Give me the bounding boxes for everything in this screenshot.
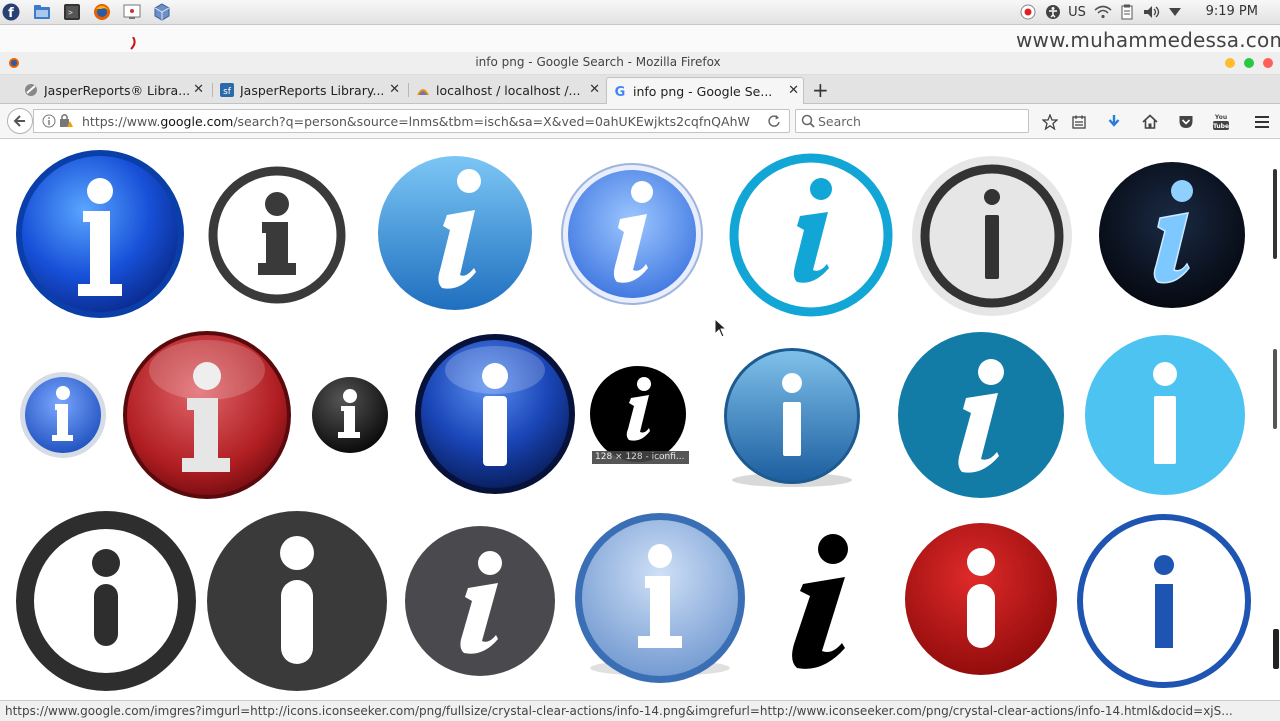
reader-list-icon[interactable] — [1070, 113, 1088, 131]
info-result-21[interactable] — [905, 523, 1057, 675]
bookmark-star-icon[interactable] — [1041, 113, 1059, 131]
youtube-icon[interactable]: You Tube — [1212, 113, 1230, 131]
fedora-menu-icon[interactable]: f — [2, 3, 20, 21]
files-icon[interactable] — [33, 3, 51, 21]
maximize-button[interactable] — [1244, 58, 1254, 68]
watermark: www.muhammedessa.com — [1016, 28, 1280, 52]
tab-bar: JasperReports® Libra... ✕ sf JasperRepor… — [0, 75, 1280, 104]
info-result-20[interactable] — [792, 534, 848, 669]
svg-text:f: f — [8, 6, 14, 21]
hamburger-menu-icon[interactable] — [1253, 113, 1271, 131]
window-titlebar[interactable]: info png - Google Search - Mozilla Firef… — [0, 52, 1280, 75]
svg-text:G: G — [615, 85, 626, 98]
tab-divider — [408, 83, 409, 97]
info-result-10[interactable] — [312, 377, 388, 453]
sf-favicon-icon: sf — [220, 83, 234, 97]
info-result-7[interactable] — [1099, 162, 1245, 308]
mouse-cursor-icon — [714, 318, 728, 338]
info-result-12[interactable] — [590, 366, 686, 462]
info-result-8[interactable] — [20, 372, 106, 458]
close-icon[interactable]: ✕ — [193, 82, 204, 97]
info-result-6[interactable] — [912, 156, 1072, 316]
reload-icon[interactable] — [767, 114, 781, 128]
svg-text:sf: sf — [223, 87, 232, 97]
info-result-3[interactable] — [378, 156, 532, 310]
close-button[interactable] — [1263, 58, 1273, 68]
info-result-4[interactable] — [561, 163, 703, 305]
close-icon[interactable]: ✕ — [389, 82, 400, 97]
insecure-lock-icon[interactable] — [58, 113, 74, 128]
volume-icon[interactable] — [1143, 3, 1161, 21]
url-text[interactable]: https://www.google.com/search?q=person&s… — [82, 114, 750, 129]
chevron-down-icon[interactable] — [1168, 3, 1182, 21]
minimize-button[interactable] — [1225, 58, 1235, 68]
accessibility-icon[interactable] — [1045, 3, 1061, 21]
new-tab-button[interactable]: + — [812, 78, 829, 102]
clock[interactable]: 9:19 PM — [1206, 4, 1258, 19]
info-result-1[interactable] — [16, 150, 184, 318]
terminal-icon[interactable]: > — [63, 3, 81, 21]
info-result-22[interactable] — [1077, 514, 1251, 688]
wifi-icon[interactable] — [1094, 3, 1112, 21]
info-result-19[interactable] — [575, 513, 745, 683]
tab-localhost[interactable]: localhost / localhost /... ✕ — [410, 77, 604, 103]
tab-divider — [212, 83, 213, 97]
tab-label: JasperReports® Libra... — [44, 82, 191, 98]
info-result-15[interactable] — [1085, 335, 1245, 495]
google-favicon-icon: G — [613, 84, 627, 98]
tab-jasperreports-1[interactable]: JasperReports® Libra... ✕ — [18, 77, 208, 103]
jasper-favicon-icon — [24, 83, 38, 97]
keyboard-layout[interactable]: US — [1066, 3, 1088, 21]
tab-google-search[interactable]: G info png - Google Se... ✕ — [606, 77, 804, 104]
clipboard-icon[interactable] — [1120, 3, 1134, 21]
firefox-icon[interactable] — [93, 3, 111, 21]
image-results-grid: 128 × 128 - iconfi... — [0, 139, 1270, 700]
os-top-panel: f > US 9:19 PM — [0, 0, 1280, 25]
back-button[interactable] — [7, 108, 33, 134]
info-icon[interactable] — [42, 114, 56, 128]
close-icon[interactable]: ✕ — [589, 82, 600, 97]
info-result-11[interactable] — [415, 334, 575, 494]
tab-jasperreports-2[interactable]: sf JasperReports Library... ✕ — [214, 77, 404, 103]
tab-label: JasperReports Library... — [240, 82, 385, 98]
info-result-14[interactable] — [898, 332, 1064, 498]
search-icon — [801, 114, 815, 128]
search-input[interactable]: Search — [795, 109, 1029, 133]
phpmyadmin-favicon-icon — [416, 83, 430, 97]
url-bar[interactable]: https://www.google.com/search?q=person&s… — [33, 109, 790, 133]
home-icon[interactable] — [1141, 113, 1159, 131]
info-result-18[interactable] — [405, 526, 555, 676]
info-result-2[interactable] — [208, 166, 346, 304]
svg-text:>: > — [68, 8, 73, 17]
image-size-tooltip: 128 × 128 - iconfi... — [592, 451, 689, 464]
svg-text:You: You — [1214, 114, 1227, 121]
close-icon[interactable]: ✕ — [788, 83, 799, 98]
tab-label: localhost / localhost /... — [436, 82, 581, 98]
svg-text:Tube: Tube — [1213, 123, 1229, 130]
record-icon[interactable] — [1020, 3, 1036, 21]
navigation-toolbar: https://www.google.com/search?q=person&s… — [0, 104, 1280, 139]
search-placeholder: Search — [818, 114, 861, 129]
info-result-17[interactable] — [207, 511, 387, 691]
status-bar: https://www.google.com/imgres?imgurl=htt… — [0, 700, 1280, 721]
tab-label: info png - Google Se... — [633, 83, 773, 99]
info-result-13[interactable] — [724, 348, 860, 487]
info-result-9[interactable] — [123, 331, 291, 499]
status-url: https://www.google.com/imgres?imgurl=htt… — [5, 704, 1233, 718]
box-icon[interactable] — [153, 3, 171, 21]
info-result-5[interactable] — [729, 153, 893, 317]
scrollbar[interactable] — [1270, 139, 1280, 700]
download-icon[interactable] — [1105, 113, 1123, 131]
pocket-icon[interactable] — [1177, 113, 1195, 131]
screen-icon[interactable] — [123, 3, 141, 21]
window-title: info png - Google Search - Mozilla Firef… — [475, 55, 721, 69]
info-result-16[interactable] — [16, 511, 196, 691]
